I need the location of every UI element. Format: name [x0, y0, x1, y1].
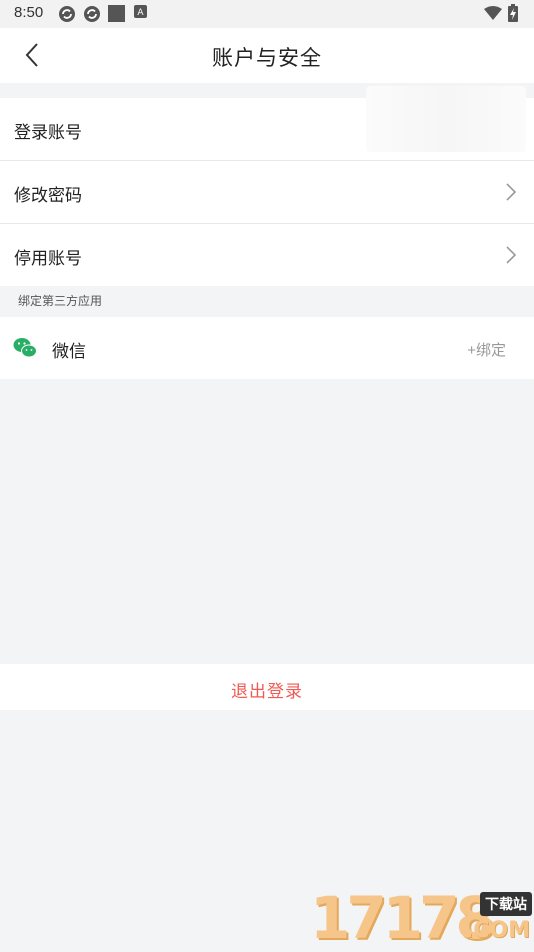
sync-icon	[59, 6, 75, 22]
a-icon: A	[134, 5, 147, 18]
logout-button[interactable]: 退出登录	[0, 664, 534, 710]
battery-charging-icon	[508, 4, 518, 22]
deactivate-account-row[interactable]: 停用账号	[0, 224, 534, 286]
third-party-section-label: 绑定第三方应用	[18, 294, 103, 308]
status-time: 8:50	[14, 4, 44, 21]
chevron-right-icon	[506, 183, 517, 201]
status-bar: 8:50 A	[0, 0, 534, 28]
page-title: 账户与安全	[212, 47, 322, 70]
sync-icon	[84, 6, 100, 22]
change-password-row[interactable]: 修改密码	[0, 161, 534, 224]
watermark-badge: 下载站	[480, 892, 532, 916]
wechat-row[interactable]: 微信 +绑定	[0, 317, 534, 379]
square-icon	[108, 5, 125, 22]
login-account-label: 登录账号	[14, 123, 82, 142]
watermark-suffix: .COM	[464, 918, 530, 943]
chevron-right-icon	[506, 246, 517, 264]
wechat-label: 微信	[52, 342, 86, 361]
svg-text:A: A	[137, 8, 144, 18]
wifi-icon	[484, 6, 502, 20]
deactivate-account-label: 停用账号	[14, 249, 82, 268]
login-account-value-blurred	[366, 86, 526, 152]
wechat-icon	[13, 338, 37, 358]
logout-label: 退出登录	[231, 682, 303, 701]
watermark-logo: 17178 下载站 .COM	[310, 888, 532, 948]
nav-bar: 账户与安全	[0, 28, 534, 83]
change-password-label: 修改密码	[14, 186, 82, 205]
wechat-bind-button[interactable]: +绑定	[467, 339, 506, 360]
